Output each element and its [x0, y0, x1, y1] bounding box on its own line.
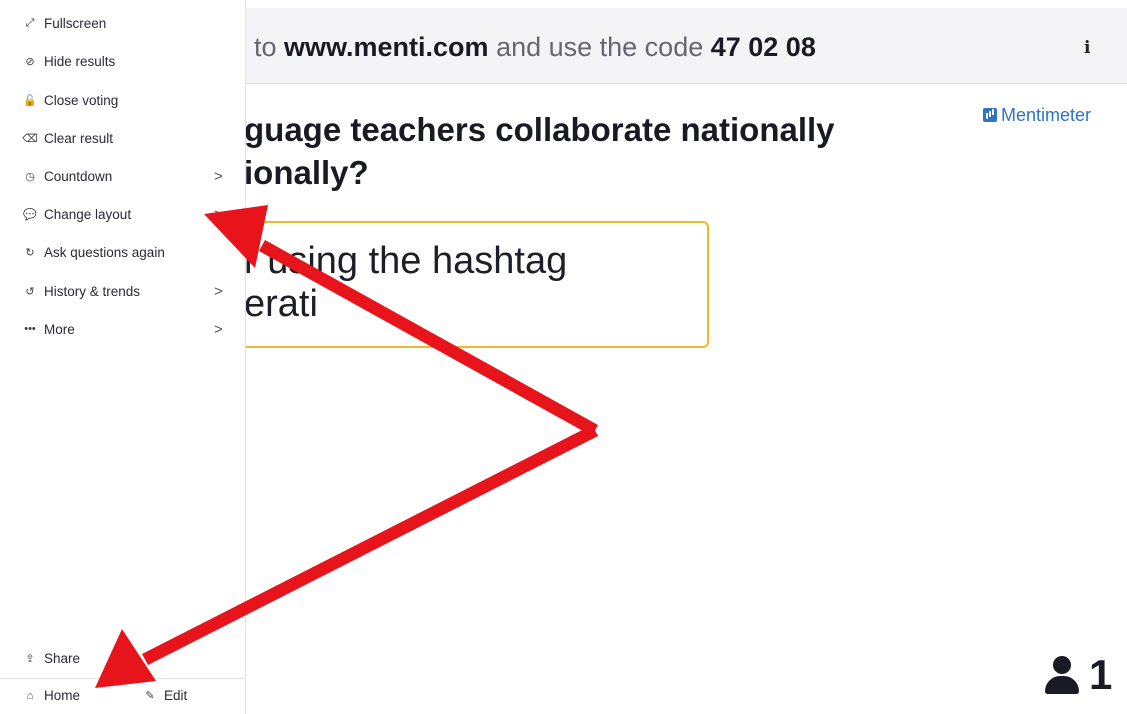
info-icon[interactable]: i [1084, 38, 1090, 58]
clock-icon: ◷ [25, 170, 35, 183]
join-middle-text: and use the code [488, 32, 711, 62]
eye-slash-icon: ⊘ [25, 55, 35, 68]
participant-counter: 1 [1045, 654, 1112, 696]
menu-item-label: Ask questions again [44, 244, 165, 260]
edit-icon: ✎ [145, 690, 155, 702]
menu-item-label: Change layout [44, 206, 132, 222]
mentimeter-logo: Mentimeter [983, 104, 1091, 126]
answer-line-1: r using the hashtag [244, 240, 568, 282]
refresh-icon: ↻ [25, 246, 35, 259]
chevron-right-icon: > [214, 320, 223, 338]
home-label: Home [44, 688, 81, 703]
menu-item-history-trends[interactable]: ↺ History & trends > [0, 272, 245, 310]
edit-label: Edit [164, 688, 188, 703]
menu-item-label: Hide results [44, 53, 116, 69]
chevron-right-icon: > [214, 167, 223, 185]
answer-text: r using the hashtag erati [244, 240, 704, 326]
question-line-2: ionally? [244, 154, 369, 191]
menu-item-hide-results[interactable]: ⊘ Hide results [0, 42, 245, 80]
answer-line-2: erati [244, 283, 318, 325]
expand-icon: ⤢ [25, 16, 35, 29]
join-code: 47 02 08 [710, 32, 816, 62]
sidebar-divider [0, 678, 245, 679]
chat-bubbles-icon: 💬 [23, 208, 37, 221]
chevron-right-icon: > [214, 282, 223, 300]
join-prefix-text: to [254, 32, 285, 62]
home-icon: ⌂ [26, 689, 34, 702]
chevron-right-icon: > [214, 205, 223, 223]
history-icon: ↺ [25, 285, 35, 298]
person-icon [1045, 656, 1079, 694]
edit-button[interactable]: ✎ Edit [142, 688, 187, 703]
unlock-icon: 🔓 [23, 94, 37, 107]
menu-item-label: Clear result [44, 130, 114, 146]
mentimeter-logo-icon [983, 108, 997, 122]
menu-item-close-voting[interactable]: 🔓 Close voting [0, 81, 245, 119]
menu-item-change-layout[interactable]: 💬 Change layout > [0, 195, 245, 233]
ellipsis-icon: ••• [24, 323, 36, 335]
question-title: guage teachers collaborate nationally io… [244, 108, 944, 194]
menu-item-share[interactable]: ⇪ Share [0, 639, 245, 677]
presentation-menu-sidebar: ⤢ Fullscreen ⊘ Hide results 🔓 Close voti… [0, 0, 246, 714]
join-instructions: to www.menti.com and use the code 47 02 … [254, 32, 816, 63]
menu-item-more[interactable]: ••• More > [0, 310, 245, 348]
menu-item-label: History & trends [44, 283, 141, 299]
join-url: www.menti.com [284, 32, 489, 62]
menu-item-label: Close voting [44, 92, 119, 108]
share-icon: ⇪ [25, 652, 35, 665]
participant-count: 1 [1089, 651, 1113, 698]
brand-name: Mentimeter [1001, 104, 1092, 125]
home-button[interactable]: ⌂ Home [22, 688, 80, 703]
menu-item-clear-result[interactable]: ⌫ Clear result [0, 119, 245, 157]
menu-item-fullscreen[interactable]: ⤢ Fullscreen [0, 4, 245, 42]
eraser-icon: ⌫ [22, 132, 38, 145]
menu-item-countdown[interactable]: ◷ Countdown > [0, 157, 245, 195]
menu-item-label: Countdown [44, 168, 113, 184]
menu-item-label: Fullscreen [44, 15, 107, 31]
menu-item-label: More [44, 321, 75, 337]
question-line-1: guage teachers collaborate nationally [244, 111, 835, 148]
menu-item-ask-questions-again[interactable]: ↻ Ask questions again [0, 233, 245, 271]
menu-item-label: Share [44, 650, 81, 666]
